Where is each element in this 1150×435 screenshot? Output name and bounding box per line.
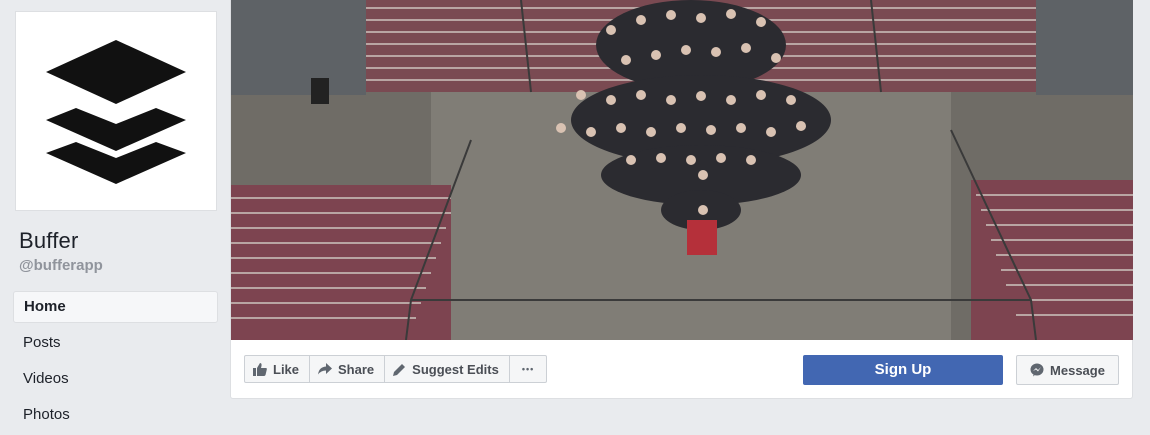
more-options-button[interactable]: ••• [508,355,548,383]
sign-up-button[interactable]: Sign Up [803,355,1003,385]
share-label: Share [338,361,375,377]
nav-item-videos[interactable]: Videos [13,363,218,395]
profile-picture[interactable] [15,11,217,211]
nav-item-photos[interactable]: Photos [13,399,218,431]
page-handle[interactable]: @bufferapp [19,257,103,274]
page-nav: Home Posts Videos Photos [13,291,218,435]
messenger-icon [1030,363,1044,377]
buffer-logo [46,40,186,184]
nav-item-home[interactable]: Home [13,291,218,323]
more-dots-icon: ••• [521,364,535,374]
cover-card: Like Share Suggest Edits ••• Sign Up Mes… [230,0,1133,399]
pencil-icon [393,363,406,376]
suggest-edits-button[interactable]: Suggest Edits [384,355,510,383]
share-button[interactable]: Share [309,355,386,383]
message-label: Message [1050,362,1105,378]
like-button[interactable]: Like [244,355,311,383]
share-arrow-icon [318,363,333,375]
page-name[interactable]: Buffer [19,228,79,254]
like-label: Like [273,361,300,377]
suggest-edits-label: Suggest Edits [412,361,499,377]
cover-photo[interactable] [231,0,1133,340]
action-button-group: Like Share Suggest Edits ••• [244,355,548,383]
nav-item-posts[interactable]: Posts [13,327,218,359]
message-button[interactable]: Message [1016,355,1119,385]
thumbs-up-icon [253,363,267,376]
